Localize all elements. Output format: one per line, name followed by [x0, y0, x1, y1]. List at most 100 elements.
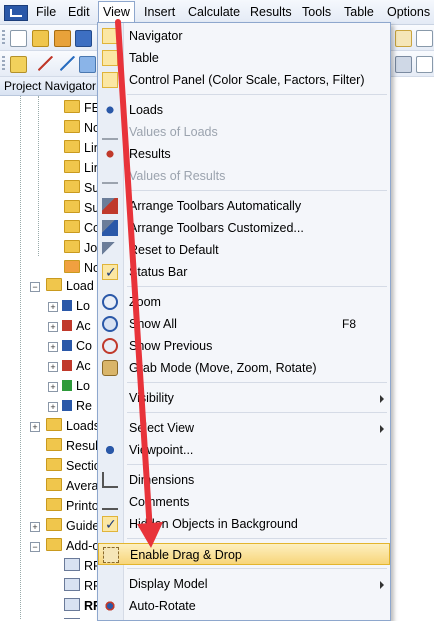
menu-item-arrange-customized[interactable]: Arrange Toolbars Customized... [98, 217, 390, 239]
menu-item-show-previous[interactable]: Show Previous [98, 335, 390, 357]
tree-item[interactable]: Lo [62, 376, 90, 396]
save-icon[interactable] [75, 30, 92, 47]
expand-toggle[interactable]: + [48, 302, 58, 312]
tree-item[interactable]: Su [64, 178, 98, 198]
app-logo-icon[interactable] [4, 5, 28, 21]
menu-item-status-bar[interactable]: Status Bar [98, 261, 390, 284]
tree-item[interactable]: FE [64, 98, 98, 118]
open-folder-icon[interactable] [32, 30, 49, 47]
menu-item-label: Hidden Objects in Background [129, 517, 298, 531]
menu-results[interactable]: Results [250, 5, 292, 19]
menu-item-results[interactable]: Results [98, 143, 390, 165]
expand-toggle[interactable]: + [48, 402, 58, 412]
menu-tools[interactable]: Tools [302, 5, 331, 19]
folder-icon [64, 240, 80, 253]
collapse-toggle[interactable]: − [30, 282, 40, 292]
tree-item[interactable]: Jo [64, 238, 97, 258]
menu-view[interactable]: View [98, 1, 135, 23]
menu-item-loads[interactable]: Loads [98, 99, 390, 121]
tree-item[interactable]: Ac [62, 316, 91, 336]
tree-item[interactable]: RF [64, 556, 98, 576]
menu-item-show-all[interactable]: Show All F8 [98, 313, 390, 335]
tree-item[interactable]: Lin [64, 158, 98, 178]
new-file-icon[interactable] [10, 30, 27, 47]
tree-item[interactable]: No [64, 118, 98, 138]
menu-options[interactable]: Options [387, 5, 430, 19]
folder-icon [46, 458, 62, 471]
menu-item-hidden-objects[interactable]: Hidden Objects in Background [98, 513, 390, 536]
tree-item[interactable]: Load C [46, 276, 98, 296]
table-icon [102, 50, 118, 66]
tree-item[interactable]: Printo [46, 496, 98, 516]
menu-item-label: Zoom [129, 295, 161, 309]
expand-toggle[interactable]: + [48, 342, 58, 352]
copy-view-icon[interactable] [416, 56, 433, 73]
tree-item[interactable]: Co [64, 218, 98, 238]
menu-item-label: Loads [129, 103, 164, 117]
menu-insert[interactable]: Insert [144, 5, 175, 19]
tree-item[interactable]: Sectio [46, 456, 98, 476]
tree-item[interactable]: Result [46, 436, 98, 456]
auto-rotate-icon [102, 598, 118, 614]
expand-toggle[interactable]: + [48, 362, 58, 372]
expand-toggle[interactable]: + [48, 382, 58, 392]
tree-item[interactable]: Add-o [46, 536, 98, 556]
member-tool-icon[interactable] [60, 56, 75, 71]
project-icon[interactable] [54, 30, 71, 47]
collapse-toggle[interactable]: − [30, 542, 40, 552]
surface-tool-icon[interactable] [79, 56, 96, 73]
module-icon [64, 578, 80, 591]
tree-item[interactable]: RF [64, 596, 98, 616]
menu-separator [127, 190, 387, 191]
menu-separator [127, 568, 387, 569]
menu-item-auto-rotate[interactable]: Auto-Rotate [98, 595, 390, 617]
menu-item-enable-drag-drop[interactable]: Enable Drag & Drop [98, 543, 390, 565]
tree-item[interactable]: Su [64, 198, 98, 218]
menu-item-values-of-results[interactable]: Values of Results [98, 165, 390, 187]
tree-item[interactable]: Avera [46, 476, 98, 496]
folder-icon [46, 498, 62, 511]
tree-item[interactable]: Co [62, 336, 92, 356]
toolbar-grip[interactable] [2, 30, 5, 46]
line-tool-icon[interactable] [38, 56, 53, 71]
tree-item[interactable]: Loads [46, 416, 98, 436]
menu-item-dimensions[interactable]: Dimensions [98, 469, 390, 491]
window-toolbar-icon[interactable] [416, 30, 433, 47]
expand-toggle[interactable]: + [30, 522, 40, 532]
menu-item-arrange-auto[interactable]: Arrange Toolbars Automatically [98, 195, 390, 217]
menu-table[interactable]: Table [344, 5, 374, 19]
tree-item[interactable]: Re [62, 396, 92, 416]
menu-file[interactable]: File [36, 5, 56, 19]
menu-item-label: Values of Results [129, 169, 226, 183]
menu-edit[interactable]: Edit [68, 5, 90, 19]
menu-item-zoom[interactable]: Zoom [98, 291, 390, 313]
menu-item-control-panel[interactable]: Control Panel (Color Scale, Factors, Fil… [98, 69, 390, 91]
show-all-icon [102, 316, 118, 332]
tree-item[interactable]: Ac [62, 356, 91, 376]
expand-toggle[interactable]: + [48, 322, 58, 332]
menu-item-comments[interactable]: Comments [98, 491, 390, 513]
folder-icon [64, 160, 80, 173]
tree-item[interactable]: Guide [46, 516, 98, 536]
expand-toggle[interactable]: + [30, 422, 40, 432]
menu-item-visibility[interactable]: Visibility [98, 387, 390, 409]
menu-item-viewpoint[interactable]: Viewpoint... [98, 439, 390, 461]
toolbar-grip-2[interactable] [2, 56, 5, 72]
results-eye-icon [102, 146, 118, 162]
menu-item-navigator[interactable]: Navigator [98, 25, 390, 47]
tree-item[interactable]: No [64, 258, 98, 278]
menu-calculate[interactable]: Calculate [188, 5, 240, 19]
tree-item[interactable]: Lin [64, 138, 98, 158]
menu-item-table[interactable]: Table [98, 47, 390, 69]
menu-item-label: Viewpoint... [129, 443, 194, 457]
menu-item-values-of-loads[interactable]: Values of Loads [98, 121, 390, 143]
menu-item-select-view[interactable]: Select View [98, 417, 390, 439]
tree-item[interactable]: Lo [62, 296, 90, 316]
menu-item-reset-default[interactable]: Reset to Default [98, 239, 390, 261]
table-toolbar-icon[interactable] [395, 30, 412, 47]
node-tool-icon[interactable] [10, 56, 27, 73]
menu-item-display-model[interactable]: Display Model [98, 573, 390, 595]
view-options-icon[interactable] [395, 56, 412, 73]
tree-item[interactable]: RF [64, 576, 98, 596]
menu-item-grab-mode[interactable]: Grab Mode (Move, Zoom, Rotate) [98, 357, 390, 379]
